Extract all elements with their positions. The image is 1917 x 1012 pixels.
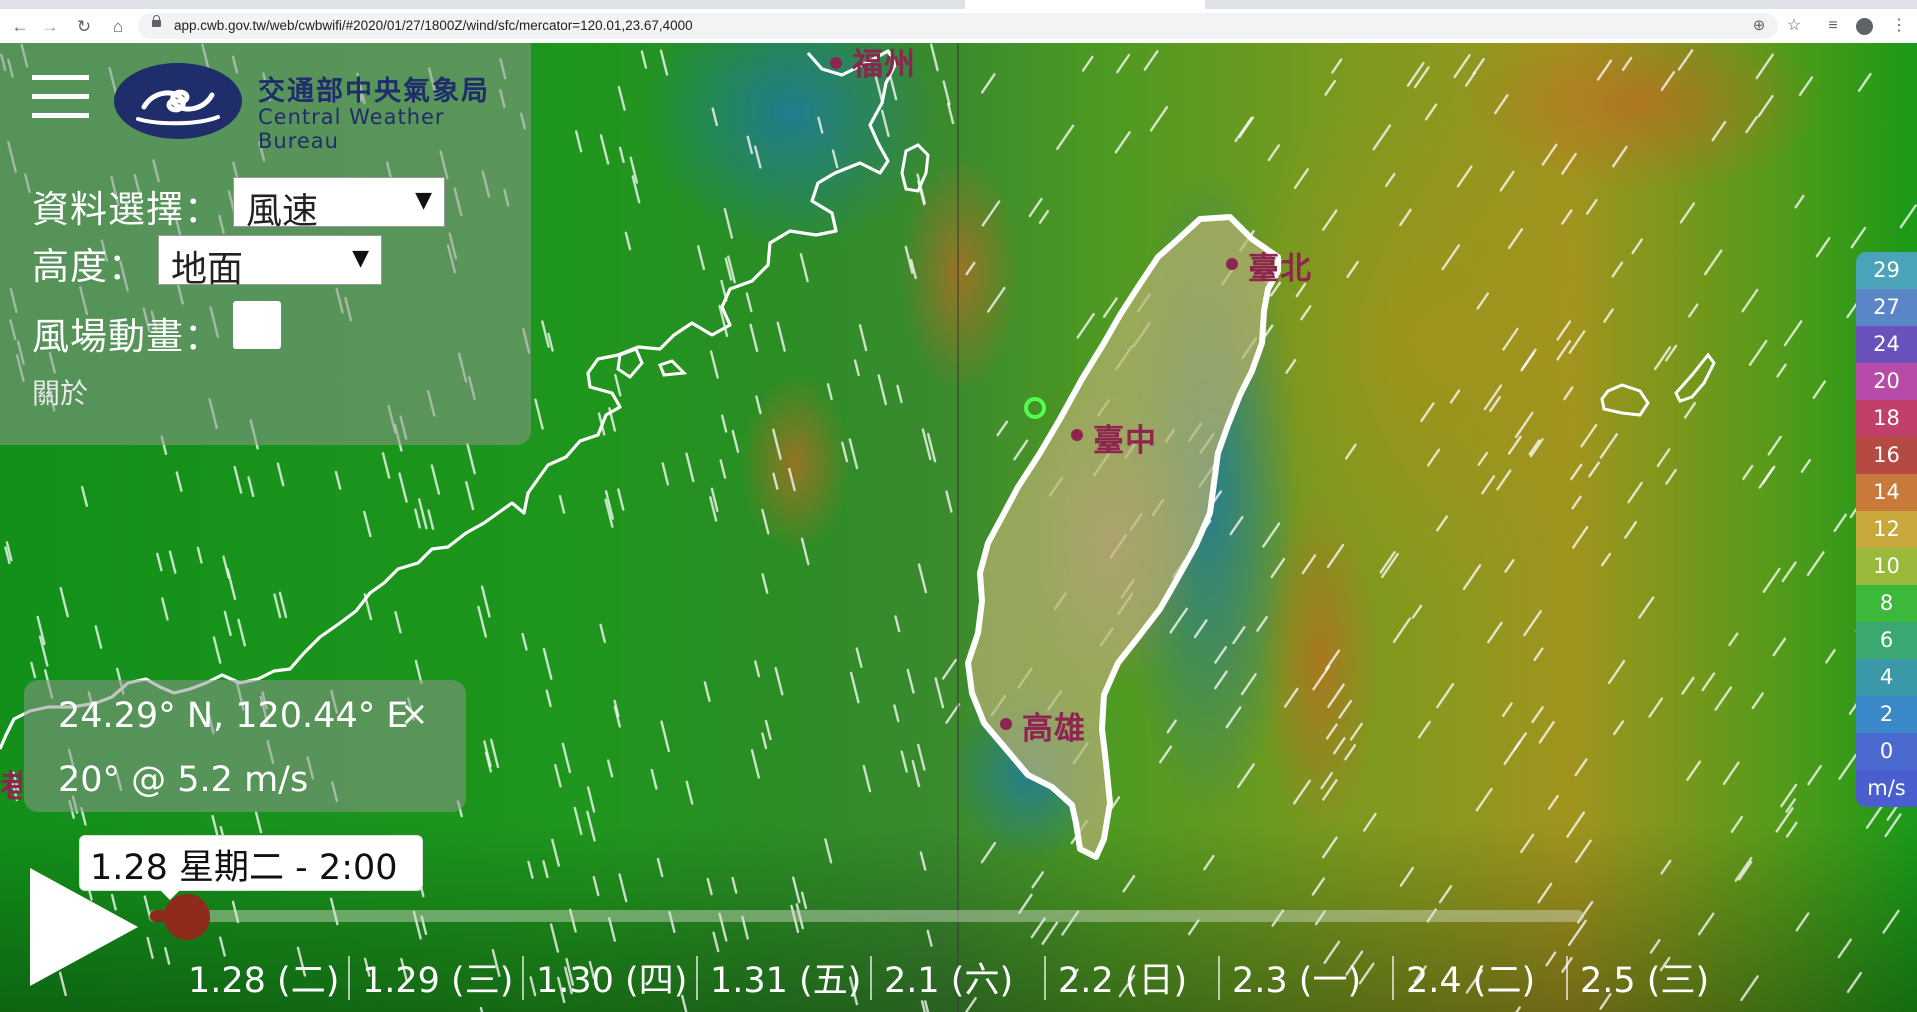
wind-animation-label: 風場動畫： [32,315,222,358]
timeline-separator [696,956,698,1000]
timeline-date[interactable]: 2.1 (六) [884,952,1013,1003]
data-select-label: 資料選擇： [32,188,222,231]
legend-value: 14 [1856,474,1917,511]
city-label-fuzhou: 福州 [852,47,916,83]
wind-animation-checkbox[interactable] [233,301,281,349]
point-wind-value: 20° @ 5.2 m/s [58,760,309,800]
timeline-date[interactable]: 2.2 (日) [1058,952,1187,1003]
browser-toolbar: ← → ↻ ⌂ app.cwb.gov.tw/web/cwbwifi/#2020… [0,9,1917,44]
timeline-track[interactable] [148,910,1584,922]
logo-text-english: Central Weather Bureau [258,105,445,153]
timeline-date[interactable]: 2.3 (一) [1232,952,1361,1003]
logo-text-chinese: 交通部中央氣象局 [258,76,490,107]
legend-value: 18 [1856,400,1917,437]
tab-strip [0,0,1917,9]
about-link[interactable]: 關於 [32,372,88,412]
timeline-separator [348,956,350,1000]
timeline-separator [1218,956,1220,1000]
control-panel: 交通部中央氣象局 Central Weather Bureau 資料選擇： 風速… [0,43,531,445]
height-select-dropdown[interactable]: 地面 ▼ [158,235,382,290]
timeline-date[interactable]: 2.4 (二) [1406,952,1535,1003]
dropdown-arrow-icon: ▼ [415,188,432,213]
legend-value: 16 [1856,437,1917,474]
play-icon[interactable] [30,868,138,986]
timeline-separator [1392,956,1394,1000]
lock-icon [152,15,161,27]
legend-value: 0 [1856,733,1917,770]
wind-speed-legend: 29 27 24 20 18 16 14 12 10 8 6 4 2 0 m/s [1856,252,1917,807]
forward-icon[interactable]: → [38,15,62,39]
legend-value: 27 [1856,289,1917,326]
active-tab[interactable] [965,0,1205,9]
timeline-dates: 1.28 (二) 1.29 (三) 1.30 (四) 1.31 (五) 2.1 (六) 2… [176,952,1736,1002]
timeline-separator [522,956,524,1000]
timeline-separator [1566,956,1568,1000]
legend-value: 8 [1856,585,1917,622]
legend-value: 20 [1856,363,1917,400]
legend-value: 6 [1856,622,1917,659]
zoom-icon[interactable]: ⊕ [1750,17,1768,35]
timeline-separator [870,956,872,1000]
legend-value: 2 [1856,696,1917,733]
hamburger-menu-icon[interactable] [32,75,89,119]
dropdown-arrow-icon: ▼ [352,246,369,271]
timeline-date[interactable]: 2.5 (三) [1580,952,1709,1003]
point-coordinates: 24.29° N, 120.44° E [58,696,409,736]
height-label: 高度： [32,245,146,288]
data-select-dropdown[interactable]: 風速 ▼ [233,177,445,232]
timeline-separator [1044,956,1046,1000]
city-label-partial: 巷 [0,769,22,805]
timeline-date[interactable]: 1.29 (三) [362,952,513,1003]
data-select-value: 風速 [246,191,319,232]
star-icon[interactable]: ☆ [1783,15,1805,37]
url-text[interactable]: app.cwb.gov.tw/web/cwbwifi/#2020/01/27/1… [174,13,693,39]
height-select-value: 地面 [171,249,244,290]
timeline-date[interactable]: 1.30 (四) [536,952,687,1003]
point-info-box: 24.29° N, 120.44° E × 20° @ 5.2 m/s [24,680,466,812]
timeline-date[interactable]: 1.28 (二) [188,952,339,1003]
profile-avatar-icon[interactable] [1856,18,1873,35]
home-icon[interactable]: ⌂ [106,15,130,39]
cwb-logo-icon [114,63,242,139]
legend-value: 29 [1856,252,1917,289]
legend-value: 24 [1856,326,1917,363]
city-label-taipei: 臺北 [1248,251,1312,287]
timeline-handle[interactable] [164,894,210,940]
reload-icon[interactable]: ↻ [72,15,96,39]
legend-value: 10 [1856,548,1917,585]
media-queue-icon[interactable]: ≡ [1822,15,1844,37]
kebab-menu-icon[interactable]: ⋮ [1888,15,1910,37]
legend-value: 4 [1856,659,1917,696]
legend-unit: m/s [1856,770,1917,807]
address-bar[interactable]: app.cwb.gov.tw/web/cwbwifi/#2020/01/27/1… [138,13,1778,39]
back-icon[interactable]: ← [8,15,32,39]
city-label-kaohsiung: 高雄 [1022,711,1086,747]
timeline-date[interactable]: 1.31 (五) [710,952,861,1003]
legend-value: 12 [1856,511,1917,548]
city-label-taichung: 臺中 [1093,423,1157,459]
close-icon[interactable]: × [400,694,429,734]
